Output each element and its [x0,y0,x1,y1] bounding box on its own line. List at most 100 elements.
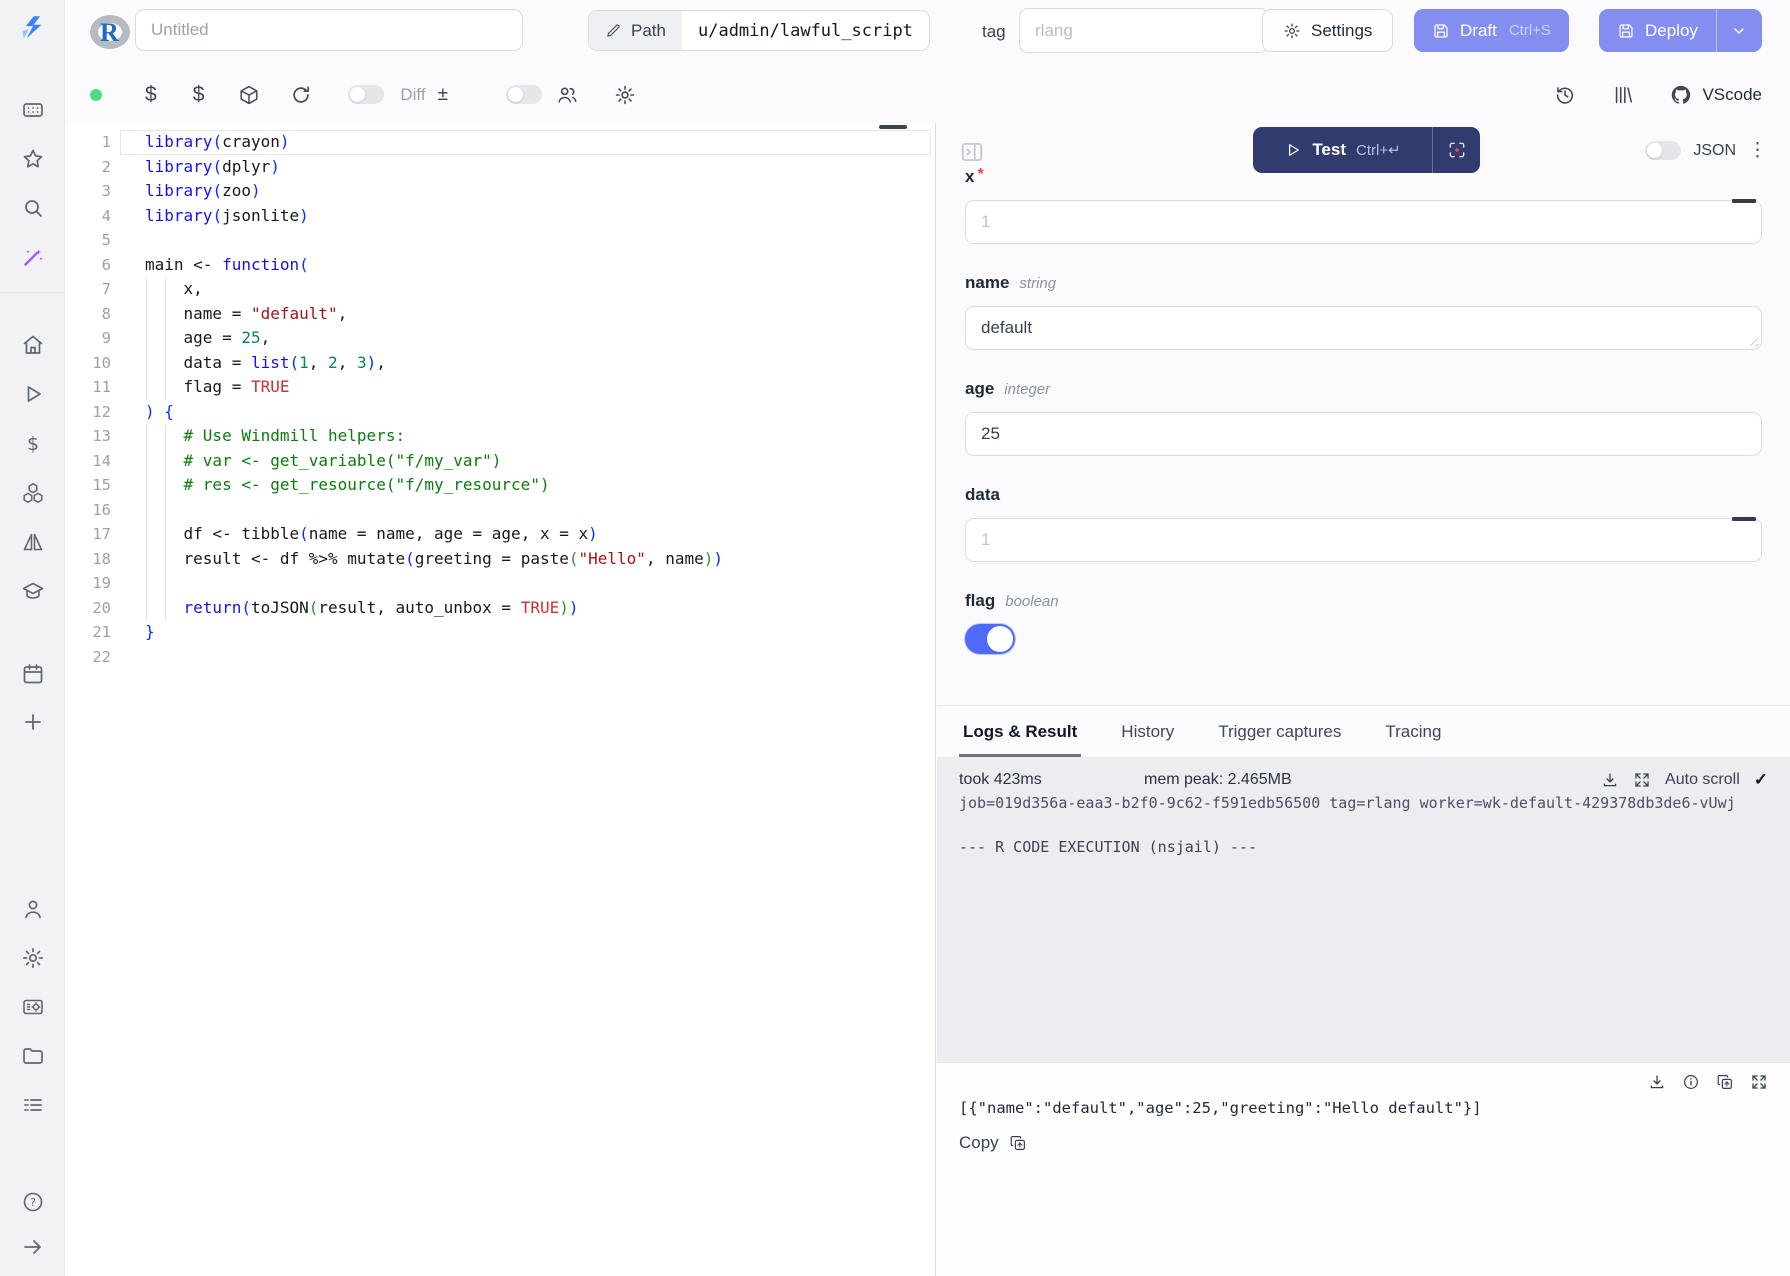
variables-icon[interactable]: $ [145,84,157,105]
code-line[interactable]: 12) { [65,400,935,425]
path-edit-button[interactable]: Path [589,11,682,50]
code-line[interactable]: 16 [65,498,935,523]
sidebar-item-resources-icon[interactable] [21,481,45,505]
draft-button[interactable]: Draft Ctrl+S [1414,9,1569,52]
info-icon[interactable] [1682,1073,1700,1091]
reload-icon[interactable] [290,84,312,106]
editor-settings-gear-icon[interactable] [614,84,636,106]
copy-button[interactable]: Copy [959,1133,1768,1153]
field-x-input[interactable]: 1 [965,200,1762,244]
path-group[interactable]: Path u/admin/lawful_script [588,10,930,51]
settings-button[interactable]: Settings [1262,9,1393,52]
field-name: name [965,273,1009,293]
contextual-variables-icon[interactable]: $ [193,84,205,105]
field-name: x [965,167,974,187]
code-line[interactable]: 8 name = "default", [65,302,935,327]
sidebar-item-ai-wand-icon[interactable] [21,245,45,269]
code-line[interactable]: 1library(crayon) [65,130,935,155]
sidebar-divider [0,292,65,293]
line-number: 17 [65,522,111,547]
sidebar-item-variables-icon[interactable] [21,432,45,456]
library-icon[interactable] [1612,84,1634,106]
code-line[interactable]: 14 # var <- get_variable("f/my_var") [65,449,935,474]
field-type: boolean [1005,593,1058,610]
windmill-logo-icon[interactable] [16,12,50,46]
plus-minus-icon[interactable]: ± [438,84,448,106]
code-line[interactable]: 22 [65,645,935,670]
splitter-handle[interactable] [879,125,907,129]
code-line[interactable]: 3library(zoo) [65,179,935,204]
logs-header: took 423ms mem peak: 2.465MB Auto scroll… [959,770,1768,790]
multiplayer-toggle[interactable] [506,85,542,104]
field-name-input[interactable]: default [965,306,1762,350]
panel-collapse-icon[interactable] [959,139,985,165]
code-line[interactable]: 7 x, [65,277,935,302]
code-line[interactable]: 9 age = 25, [65,326,935,351]
deploy-button[interactable]: Deploy [1599,9,1716,52]
tab-tracing[interactable]: Tracing [1385,706,1441,757]
code-line[interactable]: 6main <- function( [65,253,935,278]
sidebar-item-help-icon[interactable] [21,1190,45,1214]
sidebar-item-settings-icon[interactable] [21,946,45,970]
code-line[interactable]: 4library(jsonlite) [65,204,935,229]
sidebar-item-audit-logs-icon[interactable] [21,1093,45,1117]
code-line[interactable]: 21} [65,620,935,645]
sidebar-item-runs-icon[interactable] [21,382,45,406]
download-result-icon[interactable] [1648,1073,1666,1091]
tab-trigger-captures[interactable]: Trigger captures [1218,706,1341,757]
download-logs-icon[interactable] [1601,771,1619,789]
input-resize-dash[interactable] [1732,199,1756,203]
field-data-input[interactable]: 1 [965,518,1762,562]
diff-label: Diff [400,85,425,105]
code-line[interactable]: 13 # Use Windmill helpers: [65,424,935,449]
sidebar-item-tutorials-icon[interactable] [21,579,45,603]
field-age-input[interactable]: 25 [965,412,1762,456]
tab-logs-result[interactable]: Logs & Result [963,706,1077,757]
sidebar-item-triggers-icon[interactable] [21,530,45,554]
code-line[interactable]: 11 flag = TRUE [65,375,935,400]
line-number: 14 [65,449,111,474]
code-line[interactable]: 15 # res <- get_resource("f/my_resource"… [65,473,935,498]
json-toggle[interactable] [1645,141,1681,160]
sidebar-item-search-icon[interactable] [21,196,45,220]
autoscroll-label[interactable]: Auto scroll [1665,771,1740,789]
sidebar-item-collapse-icon[interactable] [21,1235,45,1259]
input-resize-dash[interactable] [1732,517,1756,521]
sidebar-item-folders-icon[interactable] [21,1044,45,1068]
deploy-dropdown-button[interactable] [1716,9,1762,52]
script-title-input[interactable]: Untitled [135,9,523,51]
mem-peak: mem peak: 2.465MB [1144,771,1292,789]
line-content: df <- tibble(name = name, age = age, x =… [145,522,598,547]
sidebar-item-add-icon[interactable] [21,710,45,734]
package-icon[interactable] [238,84,260,106]
sidebar-item-star-icon[interactable] [21,147,45,171]
sidebar-item-terminal-icon[interactable] [21,98,45,122]
copy-result-icon[interactable] [1716,1073,1734,1091]
sidebar-item-schedules-icon[interactable] [21,662,45,686]
sidebar-item-home-icon[interactable] [21,333,45,357]
kebab-menu-icon[interactable]: ⋮ [1748,139,1768,162]
expand-logs-icon[interactable] [1633,771,1651,789]
test-button-main[interactable]: Test Ctrl+↵ [1253,140,1432,160]
history-icon[interactable] [1554,84,1576,106]
code-line[interactable]: 2library(dplyr) [65,155,935,180]
tab-history[interactable]: History [1121,706,1174,757]
textarea-resize-grip[interactable] [1746,334,1758,346]
field-flag-toggle[interactable] [965,624,1015,654]
code-line[interactable]: 20 return(toJSON(result, auto_unbox = TR… [65,596,935,621]
code-line[interactable]: 17 df <- tibble(name = name, age = age, … [65,522,935,547]
autoscroll-check-icon[interactable]: ✓ [1754,770,1768,790]
code-editor[interactable]: 1library(crayon)2library(dplyr)3library(… [65,123,936,1276]
code-line[interactable]: 19 [65,571,935,596]
code-line[interactable]: 18 result <- df %>% mutate(greeting = pa… [65,547,935,572]
vscode-button[interactable]: VScode [1670,84,1762,106]
sidebar-item-user-icon[interactable] [21,897,45,921]
code-line[interactable]: 5 [65,228,935,253]
code-line[interactable]: 10 data = list(1, 2, 3), [65,351,935,376]
sidebar-item-workers-icon[interactable] [21,995,45,1019]
r-language-logo: R [89,11,131,53]
tag-input[interactable]: rlang [1019,8,1269,53]
diff-toggle[interactable] [348,85,384,104]
expand-result-icon[interactable] [1750,1073,1768,1091]
line-content: ) { [145,400,174,425]
